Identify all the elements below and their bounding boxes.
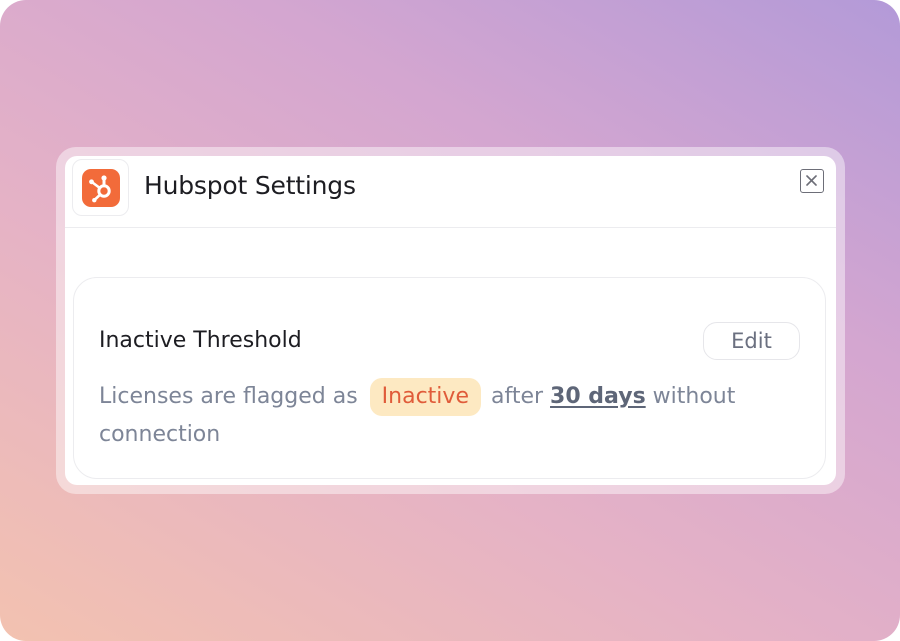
dialog-header: Hubspot Settings <box>65 156 836 228</box>
description-middle: after <box>490 384 544 409</box>
close-button[interactable] <box>800 169 824 193</box>
threshold-duration: 30 days <box>550 384 646 409</box>
background: Hubspot Settings Inactive Threshold Edit… <box>0 0 900 641</box>
threshold-description: Licenses are flagged as Inactive after 3… <box>99 378 759 453</box>
hubspot-logo-icon <box>82 169 120 207</box>
edit-button[interactable]: Edit <box>703 322 800 360</box>
dialog-title: Hubspot Settings <box>144 171 356 200</box>
description-prefix: Licenses are flagged as <box>99 384 358 409</box>
dialog-frame: Hubspot Settings Inactive Threshold Edit… <box>56 147 845 494</box>
inactive-threshold-card: Inactive Threshold Edit Licenses are fla… <box>73 277 826 479</box>
hubspot-settings-dialog: Hubspot Settings Inactive Threshold Edit… <box>65 156 836 485</box>
close-icon <box>806 175 817 186</box>
inactive-status-badge: Inactive <box>369 378 481 416</box>
app-icon-container <box>72 159 129 216</box>
card-title: Inactive Threshold <box>99 328 302 353</box>
